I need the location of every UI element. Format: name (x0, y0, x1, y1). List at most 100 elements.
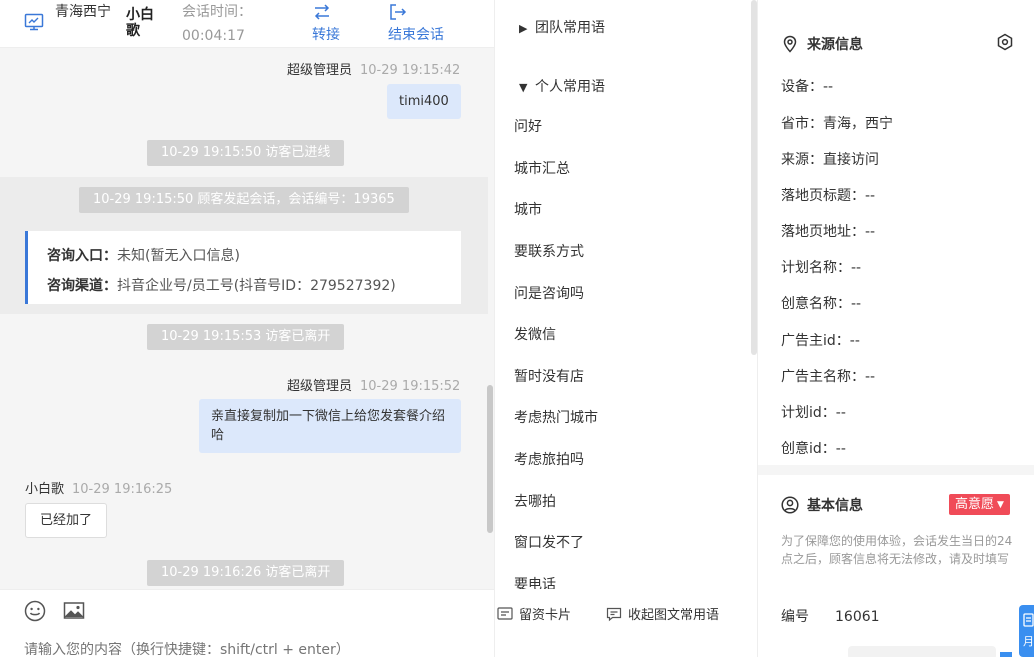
quick-reply-item[interactable]: 发微信 (514, 324, 556, 344)
caret-right-icon: ▶ (519, 22, 528, 35)
lead-card-button[interactable]: 留资卡片 (497, 604, 571, 623)
transfer-label: 转接 (312, 27, 340, 43)
sender-name: 小白歌 (25, 482, 65, 497)
section-label: 来源信息 (807, 37, 863, 53)
intent-level-label: 高意愿 (955, 497, 995, 512)
basic-info-title: 基本信息 (781, 495, 863, 515)
message-meta: 小白歌 10-29 19:16:25 (25, 478, 172, 497)
channel-value: 抖音企业号/员工号(抖音号ID：279527392) (117, 278, 396, 294)
sender-name: 超级管理员 (287, 63, 353, 78)
quick-reply-scrollbar[interactable] (751, 0, 757, 355)
input-field-edge[interactable] (848, 646, 996, 657)
system-notice: 10-29 19:16:26 访客已离开 (147, 560, 345, 586)
system-notice: 10-29 19:15:50 顾客发起会话，会话编号：19365 (79, 187, 409, 213)
transfer-icon (314, 4, 330, 20)
agent-message-bubble: 亲直接复制加一下微信上给您发套餐介绍哈 (199, 399, 461, 453)
message-time: 10-29 19:15:42 (360, 63, 461, 78)
emoji-icon[interactable] (24, 600, 46, 622)
message-meta: 超级管理员 10-29 19:15:52 (287, 375, 460, 394)
quick-reply-item[interactable]: 去哪拍 (514, 491, 556, 511)
quick-reply-item[interactable]: 城市 (514, 199, 542, 219)
channel-row: 咨询渠道：抖音企业号/员工号(抖音号ID：279527392) (47, 271, 461, 301)
edit-notice: 为了保障您的使用体验，会话发生当日的24点之后，顾客信息将无法修改，请及时填写 (781, 534, 1013, 566)
team-phrases-group[interactable]: ▶ 团队常用语 (519, 17, 605, 37)
lead-card-label: 留资卡片 (519, 608, 572, 623)
customer-id-value: 16061 (835, 609, 880, 625)
sender-name: 超级管理员 (287, 379, 353, 394)
consult-entry-card: 咨询入口：未知(暂无入口信息) 咨询渠道：抖音企业号/员工号(抖音号ID：279… (25, 231, 461, 304)
customer-id-label: 编号 (781, 609, 809, 625)
message-list[interactable]: 超级管理员 10-29 19:15:42 timi400 10-29 19:15:… (0, 48, 494, 589)
quick-reply-item[interactable]: 考虑旅拍吗 (514, 449, 584, 469)
info-row-source: 来源：直接访问 (781, 152, 879, 168)
info-row-creative-name: 创意名称：-- (781, 296, 862, 312)
info-row-plan-name: 计划名称：-- (781, 260, 862, 276)
quick-reply-panel: ▶ 团队常用语 ▼ 个人常用语 问好 城市汇总 城市 要联系方式 问是咨询吗 发微信… (494, 0, 758, 657)
quick-reply-item[interactable]: 问是咨询吗 (514, 283, 584, 303)
message-time: 10-29 19:16:25 (72, 482, 173, 497)
collapse-phrases-label: 收起图文常用语 (628, 608, 720, 623)
agent-message-bubble: timi400 (387, 84, 461, 119)
customer-id-row: 编号 16061 (781, 606, 880, 626)
info-row-landing-title: 落地页标题：-- (781, 188, 876, 204)
collapse-phrases-button[interactable]: 收起图文常用语 (606, 604, 719, 623)
card-icon (497, 607, 513, 620)
info-row-advertiser-name: 广告主名称：-- (781, 369, 876, 385)
quick-reply-item[interactable]: 城市汇总 (514, 158, 570, 178)
section-divider (758, 465, 1034, 475)
chat-scrollbar[interactable] (487, 385, 493, 533)
transfer-button[interactable]: 转接 (312, 2, 340, 44)
group-label: 个人常用语 (535, 79, 605, 95)
system-notice: 10-29 19:15:50 访客已进线 (147, 140, 345, 166)
location-pin-icon (783, 35, 797, 53)
caret-down-icon: ▼ (997, 500, 1004, 510)
chat-panel: 青海西宁 小白歌 会话时间： 00:04:17 转接 结束会话 超级管理员 10… (0, 0, 494, 657)
visitor-info-panel: 来源信息 设备：-- 省市：青海，西宁 来源：直接访问 落地页标题：-- 落地页… (758, 0, 1034, 657)
source-info-title: 来源信息 (781, 34, 863, 54)
session-time-value: 00:04:17 (182, 28, 245, 44)
visitor-location: 青海西宁 (55, 4, 111, 20)
quick-reply-item[interactable]: 要电话 (514, 574, 556, 589)
info-row-region: 省市：青海，西宁 (781, 116, 893, 132)
side-tab-accent (1000, 652, 1012, 657)
visitor-name: 小白歌 (126, 7, 154, 39)
image-icon[interactable] (63, 600, 85, 622)
message-composer (0, 589, 494, 657)
quick-reply-list[interactable]: ▶ 团队常用语 ▼ 个人常用语 问好 城市汇总 城市 要联系方式 问是咨询吗 发微信… (495, 0, 757, 589)
personal-phrases-group[interactable]: ▼ 个人常用语 (519, 76, 605, 96)
session-time-label: 会话时间： (182, 4, 252, 20)
intent-level-dropdown[interactable]: 高意愿 ▼ (949, 494, 1010, 515)
end-session-label: 结束会话 (388, 27, 444, 43)
entry-row: 咨询入口：未知(暂无入口信息) (47, 241, 461, 271)
chat-header: 青海西宁 小白歌 会话时间： 00:04:17 转接 结束会话 (0, 0, 494, 48)
info-row-advertiser-id: 广告主id：-- (781, 333, 860, 349)
section-label: 基本信息 (807, 498, 863, 514)
message-time: 10-29 19:15:52 (360, 379, 461, 394)
visitor-message-bubble: 已经加了 (25, 503, 108, 538)
group-label: 团队常用语 (535, 20, 605, 36)
entry-value: 未知(暂无入口信息) (117, 248, 240, 264)
quick-reply-item[interactable]: 问好 (514, 116, 542, 136)
quick-reply-item[interactable]: 考虑热门城市 (514, 407, 598, 427)
info-row-landing-url: 落地页地址：-- (781, 224, 876, 240)
message-input[interactable] (24, 642, 484, 657)
side-tab-button[interactable]: 月 (1019, 605, 1034, 657)
settings-icon[interactable] (996, 33, 1014, 51)
quick-reply-footer: 留资卡片 收起图文常用语 (495, 589, 757, 657)
info-row-plan-id: 计划id：-- (781, 405, 846, 421)
chat-workspace: 青海西宁 小白歌 会话时间： 00:04:17 转接 结束会话 超级管理员 10… (0, 0, 1034, 657)
caret-down-icon: ▼ (519, 81, 528, 94)
info-row-device: 设备：-- (781, 79, 834, 95)
quick-reply-item[interactable]: 暂时没有店 (514, 366, 584, 386)
quick-reply-item[interactable]: 窗口发不了 (514, 532, 584, 552)
channel-label: 咨询渠道： (47, 278, 117, 294)
system-notice: 10-29 19:15:53 访客已离开 (147, 324, 345, 350)
message-icon (606, 607, 622, 622)
quick-reply-item[interactable]: 要联系方式 (514, 241, 584, 261)
info-row-creative-id: 创意id：-- (781, 441, 846, 457)
message-meta: 超级管理员 10-29 19:15:42 (287, 59, 460, 78)
document-icon (1023, 613, 1034, 627)
end-session-button[interactable]: 结束会话 (388, 2, 444, 44)
monitor-icon (24, 13, 44, 31)
logout-icon (390, 4, 407, 20)
